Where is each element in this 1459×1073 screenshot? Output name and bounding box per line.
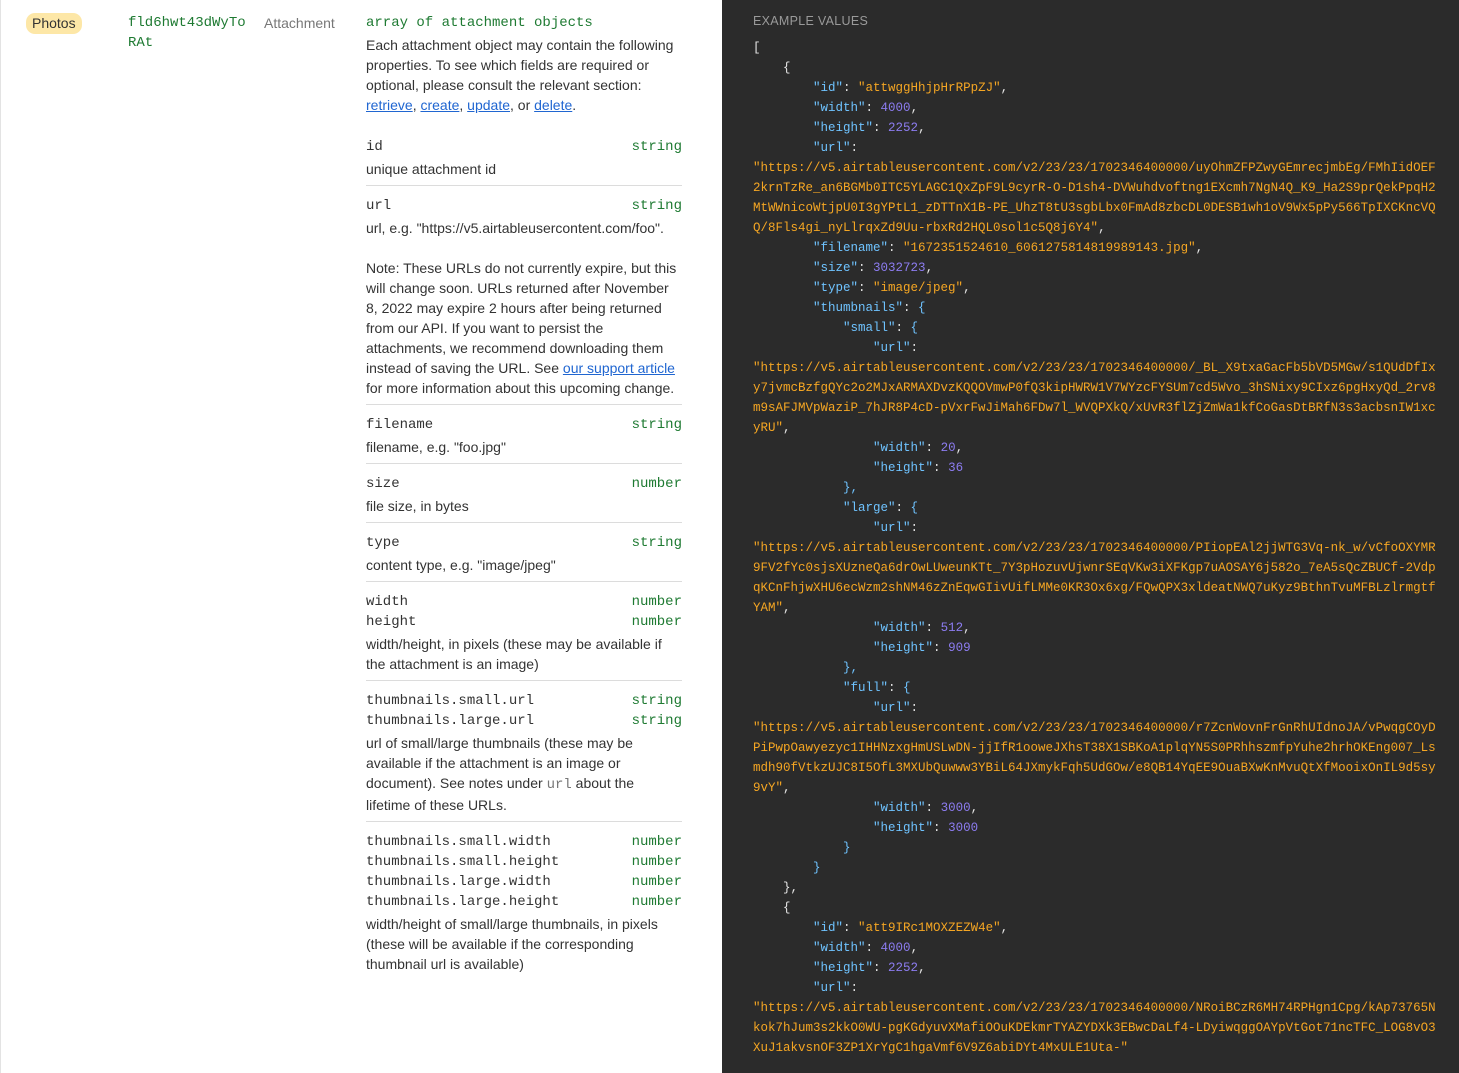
property-thumbnail-dimensions: thumbnails.small.width number thumbnails.… — [366, 834, 682, 972]
field-id: fld6hwt43dWyToRAt — [128, 15, 246, 51]
inline-code-url: url — [546, 777, 572, 793]
field-docs-panel: Photos fld6hwt43dWyToRAt Attachment arra… — [0, 0, 722, 1073]
support-article-link[interactable]: our support article — [563, 360, 675, 376]
property-filename: filename string filename, e.g. "foo.jpg" — [366, 405, 682, 464]
field-type: Attachment — [264, 15, 335, 31]
url-expiry-note: Note: These URLs do not currently expire… — [366, 260, 677, 396]
field-description: array of attachment objects Each attachm… — [366, 13, 682, 980]
example-values-panel: EXAMPLE VALUES [ { "id": "attwggHhjpHrRP… — [722, 0, 1459, 1073]
property-size: size number file size, in bytes — [366, 464, 682, 523]
delete-link[interactable]: delete — [534, 97, 572, 113]
property-url: url string url, e.g. "https://v5.airtable… — [366, 186, 682, 405]
create-link[interactable]: create — [420, 97, 459, 113]
property-type: type string content type, e.g. "image/jpe… — [366, 523, 682, 582]
example-json[interactable]: [ { "id": "attwggHhjpHrRPpZJ", "width": … — [753, 38, 1436, 1058]
example-values-label: EXAMPLE VALUES — [753, 14, 869, 28]
field-value-type: array of attachment objects — [366, 15, 593, 31]
property-thumbnail-urls: thumbnails.small.url string thumbnails.la… — [366, 681, 682, 822]
update-link[interactable]: update — [467, 97, 510, 113]
field-intro: Each attachment object may contain the f… — [366, 37, 674, 113]
property-id: id string unique attachment id — [366, 127, 682, 186]
retrieve-link[interactable]: retrieve — [366, 97, 413, 113]
property-dimensions: width number height number width/height, i… — [366, 582, 682, 681]
field-name-badge: Photos — [26, 13, 82, 34]
